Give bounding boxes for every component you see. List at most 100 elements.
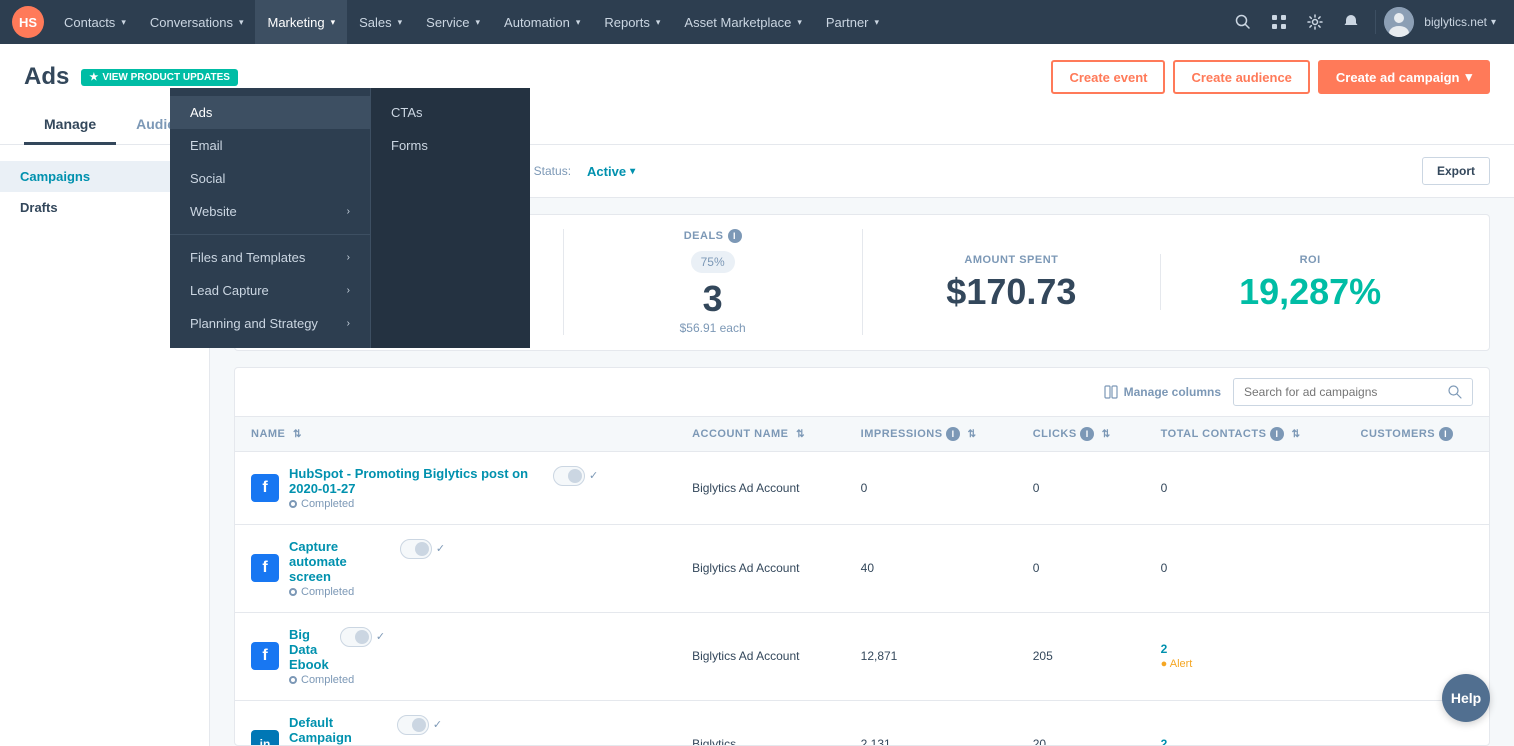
alert-text: ● Alert: [1161, 658, 1193, 670]
col-impressions[interactable]: IMPRESSIONS i ⇅: [845, 417, 1017, 452]
cell-name: f ✓ HubSpot - Promoting Biglytics post o…: [235, 451, 676, 524]
cell-clicks: 205: [1017, 612, 1145, 700]
chevron-down-icon: ▾: [1491, 17, 1496, 28]
toggle-handle: [355, 630, 369, 644]
nav-marketing[interactable]: Marketing ▾: [255, 0, 347, 44]
cell-clicks: 0: [1017, 524, 1145, 612]
nav-sales[interactable]: Sales ▾: [347, 0, 414, 44]
export-button[interactable]: Export: [1422, 157, 1490, 185]
roi-value: 19,287%: [1239, 274, 1381, 310]
linkedin-icon: in: [251, 730, 279, 746]
cell-name: f ✓ Big Data Ebook Completed: [235, 612, 676, 700]
product-update-badge[interactable]: ★ VIEW PRODUCT UPDATES: [81, 69, 238, 86]
sort-icon: ⇅: [1292, 429, 1301, 440]
nav-conversations[interactable]: Conversations ▾: [138, 0, 256, 44]
chevron-down-icon: ▾: [1465, 69, 1472, 85]
dropdown-item-website[interactable]: Website ›: [170, 195, 370, 228]
nav-reports[interactable]: Reports ▾: [592, 0, 672, 44]
info-icon[interactable]: i: [1439, 427, 1453, 441]
campaign-info: ✓ Big Data Ebook Completed: [289, 627, 385, 686]
nav-service[interactable]: Service ▾: [414, 0, 492, 44]
campaign-toggle[interactable]: [397, 715, 429, 735]
page-title-row: Ads ★ VIEW PRODUCT UPDATES: [24, 63, 238, 91]
nav-partner[interactable]: Partner ▾: [814, 0, 891, 44]
info-icon[interactable]: i: [946, 427, 960, 441]
search-box: [1233, 378, 1473, 406]
table-row: f ✓ Capture automate screen Completed: [235, 524, 1489, 612]
campaign-status: Completed: [289, 498, 598, 510]
campaigns-table: NAME ⇅ ACCOUNT NAME ⇅ IMPRESSIONS i ⇅: [235, 417, 1489, 746]
campaign-name-cell: f ✓ Capture automate screen Completed: [251, 539, 660, 598]
cell-account: Biglytics: [676, 700, 845, 746]
status-dot: [289, 588, 297, 596]
settings-icon[interactable]: [1299, 6, 1331, 38]
hubspot-logo[interactable]: HS: [12, 6, 44, 38]
cell-total-contacts: 2● Alert: [1145, 612, 1345, 700]
table-row: f ✓ HubSpot - Promoting Biglytics post o…: [235, 451, 1489, 524]
stat-roi: ROI 19,287%: [1161, 254, 1459, 310]
cell-account: Biglytics Ad Account: [676, 451, 845, 524]
toggle-check: ✓: [589, 469, 598, 482]
notifications-icon[interactable]: [1335, 6, 1367, 38]
table-body: f ✓ HubSpot - Promoting Biglytics post o…: [235, 451, 1489, 746]
manage-columns-button[interactable]: Manage columns: [1104, 385, 1221, 399]
chevron-down-icon: ▾: [656, 17, 661, 28]
svg-text:HS: HS: [19, 15, 37, 30]
status-dot: [289, 676, 297, 684]
dropdown-item-forms[interactable]: Forms: [371, 129, 530, 162]
search-input[interactable]: [1244, 385, 1442, 399]
campaign-toggle[interactable]: [400, 539, 432, 559]
cell-impressions: 12,871: [845, 612, 1017, 700]
user-menu[interactable]: biglytics.net ▾: [1418, 15, 1502, 29]
search-icon[interactable]: [1227, 6, 1259, 38]
dropdown-item-ctas[interactable]: CTAs: [371, 96, 530, 129]
nav-automation[interactable]: Automation ▾: [492, 0, 592, 44]
toggle-check: ✓: [433, 718, 442, 731]
dropdown-item-ads[interactable]: Ads: [170, 96, 370, 129]
create-campaign-button[interactable]: Create ad campaign ▾: [1318, 60, 1490, 94]
campaign-toggle[interactable]: [553, 466, 585, 486]
campaign-link[interactable]: HubSpot - Promoting Biglytics post on 20…: [289, 466, 598, 496]
dropdown-item-social[interactable]: Social: [170, 162, 370, 195]
col-name[interactable]: NAME ⇅: [235, 417, 676, 452]
cell-customers: [1345, 524, 1489, 612]
create-event-button[interactable]: Create event: [1051, 60, 1165, 94]
avatar[interactable]: [1384, 7, 1414, 37]
col-total-contacts[interactable]: TOTAL CONTACTS i ⇅: [1145, 417, 1345, 452]
search-icon: [1448, 385, 1462, 399]
dropdown-item-planning-strategy[interactable]: Planning and Strategy ›: [170, 307, 370, 340]
campaign-toggle[interactable]: [340, 627, 372, 647]
nav-asset-marketplace[interactable]: Asset Marketplace ▾: [672, 0, 813, 44]
create-audience-button[interactable]: Create audience: [1173, 60, 1309, 94]
campaign-status: Completed: [289, 674, 385, 686]
amount-spent-label: AMOUNT SPENT: [964, 254, 1058, 266]
chevron-down-icon: ▾: [331, 17, 336, 28]
campaign-info: ✓ Default Campaign Group Active: [289, 715, 442, 746]
cell-account: Biglytics Ad Account: [676, 524, 845, 612]
col-clicks[interactable]: CLICKS i ⇅: [1017, 417, 1145, 452]
table-row: f ✓ Big Data Ebook Completed Bigly: [235, 612, 1489, 700]
help-button[interactable]: Help: [1442, 674, 1490, 722]
toggle-handle: [415, 542, 429, 556]
campaign-status: Completed: [289, 586, 445, 598]
info-icon[interactable]: i: [1080, 427, 1094, 441]
header-buttons: Create event Create audience Create ad c…: [1051, 60, 1490, 94]
cell-impressions: 0: [845, 451, 1017, 524]
dropdown-item-email[interactable]: Email: [170, 129, 370, 162]
facebook-icon: f: [251, 554, 279, 582]
nav-contacts[interactable]: Contacts ▾: [52, 0, 138, 44]
campaign-name-cell: in ✓ Default Campaign Group Active: [251, 715, 660, 746]
campaign-name-cell: f ✓ Big Data Ebook Completed: [251, 627, 660, 686]
tab-manage[interactable]: Manage: [24, 106, 116, 145]
dropdown-item-lead-capture[interactable]: Lead Capture ›: [170, 274, 370, 307]
table-area: Manage columns NAME: [234, 367, 1490, 746]
col-customers[interactable]: CUSTOMERS i: [1345, 417, 1489, 452]
col-account-name[interactable]: ACCOUNT NAME ⇅: [676, 417, 845, 452]
apps-icon[interactable]: [1263, 6, 1295, 38]
status-select[interactable]: Active ▾: [587, 164, 635, 179]
dropdown-item-files-templates[interactable]: Files and Templates ›: [170, 241, 370, 274]
info-icon[interactable]: i: [1270, 427, 1284, 441]
chevron-down-icon: ▾: [576, 17, 581, 28]
table-row: in ✓ Default Campaign Group Active: [235, 700, 1489, 746]
info-icon[interactable]: i: [728, 229, 742, 243]
